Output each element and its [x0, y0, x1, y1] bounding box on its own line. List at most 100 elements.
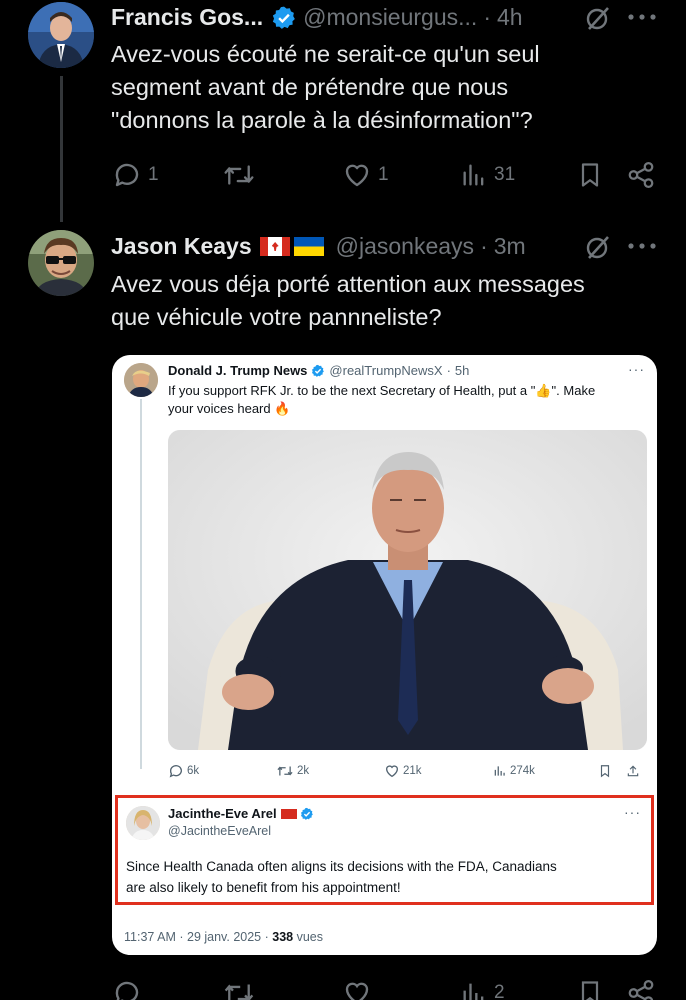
author-name[interactable]: Jason Keays [111, 233, 252, 260]
tweet-text: Avez vous déja porté attention aux messa… [111, 268, 671, 334]
tweet-header: Francis Gos... @monsieurgus... · 4h [111, 4, 523, 31]
embedded-like-count: 21k [403, 765, 422, 777]
quote-text-line: Since Health Canada often aligns its dec… [126, 859, 557, 874]
bookmark-icon [600, 765, 610, 778]
embedded-views-count: 274k [510, 765, 535, 777]
embedded-meta-time: 11:37 AM · 29 janv. 2025 · [124, 930, 269, 944]
tweet-text-line: Avez vous déja porté attention aux messa… [111, 271, 585, 297]
embedded-reply-count: 6k [187, 765, 200, 777]
canada-flag-icon [259, 237, 290, 256]
views-icon [463, 983, 484, 1000]
tweet-text: Avez-vous écouté ne serait-ce qu'un seul… [111, 38, 671, 137]
retweet-button[interactable] [222, 160, 262, 190]
embedded-text-line: your voices heard 🔥 [168, 401, 291, 416]
tweet-text-line: "donnons la parole à la désinformation"? [111, 107, 533, 133]
grok-icon[interactable] [581, 232, 615, 262]
quote-more-icon: ··· [624, 804, 641, 820]
embedded-more-icon: ··· [628, 361, 645, 377]
embedded-reply: 6k [168, 763, 199, 779]
views-count: 2 [494, 982, 505, 1000]
reply-button[interactable]: 1 [112, 160, 159, 190]
share-icon [628, 980, 654, 1000]
heart-icon [345, 982, 369, 1000]
canada-flag-icon [280, 808, 297, 819]
quote-author: Jacinthe-Eve Arel [168, 806, 314, 821]
tweet-text-line: segment avant de prétendre que nous [111, 74, 509, 100]
embedded-avatar [124, 363, 158, 397]
views-button[interactable]: 2 [460, 978, 505, 1000]
views-count: 31 [494, 164, 516, 185]
quote-text-line: are also likely to benefit from his appo… [126, 880, 401, 895]
quote-verified-icon [300, 807, 314, 821]
bookmark-button[interactable] [576, 978, 604, 1000]
embedded-bookmark [598, 763, 612, 779]
embedded-views: 274k [493, 763, 535, 779]
views-icon [494, 766, 505, 776]
embedded-text: If you support RFK Jr. to be the next Se… [168, 382, 638, 418]
tweet-text-line: Avez-vous écouté ne serait-ce qu'un seul [111, 41, 540, 67]
embedded-meta-views-count: 338 [272, 930, 294, 944]
embedded-timestamp: 5h [454, 363, 470, 378]
timestamp[interactable]: 4h [497, 4, 523, 31]
tweet-header: Jason Keays @jasonkeays · 3m [111, 233, 526, 260]
retweet-button[interactable] [222, 978, 262, 1000]
bookmark-icon [581, 163, 599, 187]
author-name[interactable]: Francis Gos... [111, 4, 263, 31]
embedded-share [626, 763, 640, 779]
heart-icon [385, 765, 399, 778]
grok-icon[interactable] [581, 3, 615, 33]
separator: · [446, 363, 451, 378]
embedded-verified-icon [311, 364, 325, 378]
more-icon[interactable] [624, 4, 660, 30]
views-icon [463, 164, 484, 186]
highlighted-reply: Jacinthe-Eve Arel @JacintheEveArel ··· S… [115, 795, 654, 905]
separator: · [480, 233, 488, 259]
like-button[interactable] [342, 978, 378, 1000]
bookmark-icon [581, 981, 599, 1000]
quote-handle: @JacintheEveArel [168, 824, 272, 838]
reply-count: 1 [148, 164, 159, 185]
avatar[interactable] [28, 230, 94, 296]
quote-author-name: Jacinthe-Eve Arel [168, 806, 277, 821]
author-handle[interactable]: @monsieurgus... [303, 4, 477, 31]
upload-icon [627, 765, 639, 777]
attached-image[interactable]: Donald J. Trump News @realTrumpNewsX · 5… [112, 355, 657, 955]
embedded-actions: 6k 2k 21k 274k [168, 763, 647, 783]
share-button[interactable] [626, 160, 656, 190]
embedded-author-name: Donald J. Trump News [168, 363, 308, 378]
embedded-like: 21k [384, 763, 422, 779]
tweet-actions: 1 1 31 [0, 158, 686, 198]
reply-button[interactable] [112, 978, 148, 1000]
thread-line [60, 76, 63, 222]
embedded-meta: 11:37 AM · 29 janv. 2025 · 338 vues [124, 930, 323, 944]
reply-icon [115, 981, 139, 1000]
share-button[interactable] [626, 978, 656, 1000]
author-handle[interactable]: @jasonkeays [336, 233, 474, 260]
separator: · [483, 4, 491, 30]
share-icon [628, 162, 654, 188]
retweet-icon [277, 766, 293, 776]
reply-icon [169, 765, 182, 778]
retweet-icon [224, 984, 254, 1000]
embedded-photo [168, 430, 647, 750]
like-count: 1 [378, 164, 389, 185]
ukraine-flag-icon [293, 237, 324, 256]
heart-icon [345, 164, 369, 187]
embedded-retweet-count: 2k [297, 765, 310, 777]
quote-avatar [126, 806, 160, 840]
bookmark-button[interactable] [576, 160, 604, 190]
tweet-actions: 2 [0, 976, 686, 1000]
more-icon[interactable] [624, 233, 660, 259]
avatar[interactable] [28, 2, 94, 68]
quote-text: Since Health Canada often aligns its dec… [126, 856, 646, 898]
timestamp[interactable]: 3m [494, 233, 526, 260]
embedded-meta-views-label: vues [296, 930, 323, 944]
reply-icon [115, 163, 139, 187]
like-button[interactable]: 1 [342, 160, 389, 190]
embedded-thread-line [140, 399, 142, 769]
embedded-header: Donald J. Trump News @realTrumpNewsX · 5… [168, 363, 469, 378]
tweet-text-line: que véhicule votre pannneliste? [111, 304, 442, 330]
embedded-handle: @realTrumpNewsX [329, 363, 443, 378]
embedded-retweet: 2k [276, 763, 309, 779]
views-button[interactable]: 31 [460, 160, 515, 190]
